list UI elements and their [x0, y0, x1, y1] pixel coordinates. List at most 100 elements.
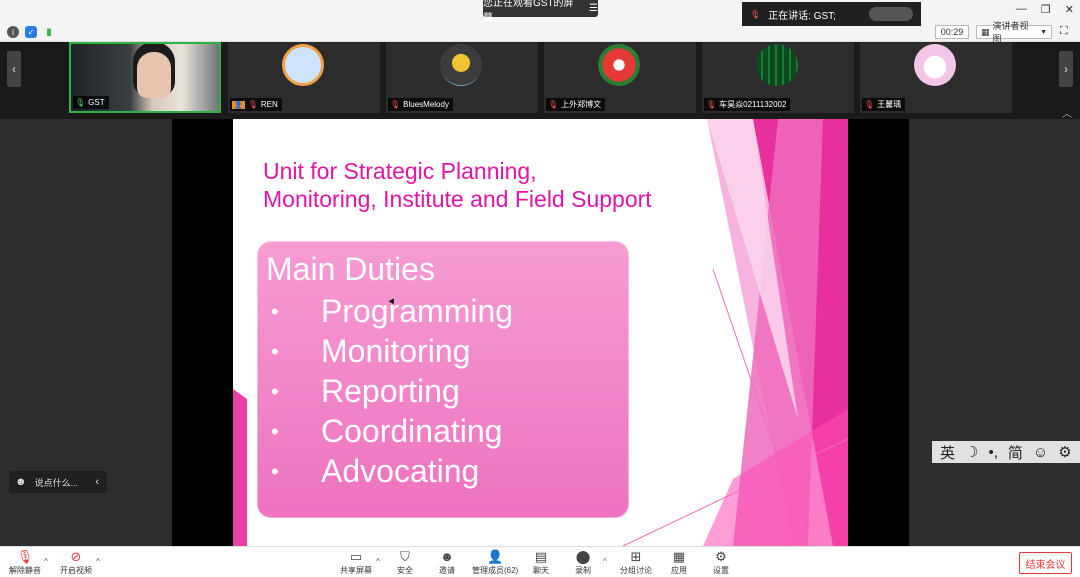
- share-screen-label: 共享屏幕: [340, 566, 372, 575]
- active-speaker-label: 正在讲话: GST;: [768, 10, 836, 22]
- start-video-button[interactable]: ⊘ 开启视频: [60, 549, 92, 576]
- chat-icon: ▤: [534, 549, 548, 564]
- duty-item: • Coordinating: [271, 413, 503, 449]
- mic-muted-icon: 🎙: [706, 100, 717, 109]
- record-options-icon[interactable]: ^: [603, 557, 607, 566]
- minimize-icon[interactable]: —: [1016, 3, 1027, 16]
- participant-name-tag: 🎙 上外郑博文: [546, 98, 606, 111]
- meeting-toolbar: 🎙 解除静音 ^ ⊘ 开启视频 ^ ▭ 共享屏幕 ^ ⛉ 安全 ☻ 邀请 👤 管…: [0, 546, 1080, 577]
- shield-icon[interactable]: ✓: [25, 26, 37, 38]
- share-screen-icon: ▭: [349, 549, 363, 564]
- start-video-label: 开启视频: [60, 566, 92, 575]
- mic-muted-icon: 🎙: [864, 100, 875, 109]
- record-label: 录制: [575, 566, 591, 575]
- simplified-toggle[interactable]: 简: [1008, 442, 1023, 463]
- manage-participants-label: 管理成员(62): [472, 566, 519, 575]
- participant-name: 车昊焱0211132002: [719, 100, 787, 109]
- audio-options-icon[interactable]: ^: [44, 557, 48, 566]
- quick-chat[interactable]: ☻ 说点什么... ‹: [9, 471, 107, 493]
- avatar: [282, 44, 324, 86]
- mic-muted-icon: 🎙: [390, 100, 401, 109]
- share-screen-button[interactable]: ▭ 共享屏幕: [340, 549, 372, 576]
- chat-placeholder[interactable]: 说点什么...: [35, 476, 79, 489]
- strip-prev-button[interactable]: ‹: [7, 51, 21, 87]
- slide-title-line: Unit for Strategic Planning,: [263, 158, 537, 184]
- participant-strip: ‹ › 🎙 GST 👤 🎙 REN 🎙 BluesMelody 🎙 上外郑博文: [0, 42, 1080, 120]
- ime-toolbar: 英 ☽ •, 简 ☺ ⚙: [932, 441, 1080, 463]
- viewing-banner[interactable]: 您正在观看GST的屏幕 ☰: [483, 0, 598, 24]
- fullscreen-icon[interactable]: ⛶: [1060, 25, 1068, 38]
- info-icon[interactable]: i: [7, 26, 19, 38]
- view-mode-button[interactable]: ▦ 演讲者视图 ▼: [976, 21, 1052, 44]
- viewing-banner-label: 您正在观看GST的屏幕: [483, 0, 574, 24]
- mic-muted-icon: 🎙: [548, 100, 559, 109]
- manage-participants-button[interactable]: 👤 管理成员(62): [472, 549, 518, 576]
- punctuation-icon[interactable]: •,: [988, 444, 997, 461]
- participant-name-tag: 🎙 GST: [73, 96, 109, 109]
- video-off-icon: ⊘: [70, 549, 82, 564]
- participant-tile-cheyhaoyan[interactable]: 🎙 车昊焱0211132002: [702, 42, 854, 113]
- participant-tile-ren[interactable]: 👤 🎙 REN: [228, 42, 380, 113]
- participant-tile-wangxinyu[interactable]: 🎙 王馨瑀: [860, 42, 1012, 113]
- chevron-left-icon[interactable]: ‹: [95, 476, 99, 488]
- slide-decoration: [233, 389, 247, 546]
- participant-tile-gst[interactable]: 🎙 GST: [69, 42, 221, 113]
- shield-icon: ⛉: [400, 549, 410, 564]
- avatar: [440, 44, 482, 86]
- window-controls: — ❐ ✕: [1016, 3, 1074, 16]
- avatar: [598, 44, 640, 86]
- duty-item: • Monitoring: [271, 333, 471, 369]
- chat-button[interactable]: ▤ 聊天: [533, 549, 549, 576]
- menu-icon[interactable]: ☰: [589, 3, 598, 14]
- duty-item: • Reporting: [271, 373, 460, 409]
- breakout-label: 分组讨论: [620, 566, 652, 575]
- mic-icon: 🎙: [750, 9, 761, 19]
- emoji-icon[interactable]: ☻: [15, 476, 27, 488]
- collapse-strip-icon[interactable]: ︿: [1062, 105, 1072, 120]
- participant-tile-bluesmelody[interactable]: 🎙 BluesMelody: [386, 42, 538, 113]
- security-label: 安全: [397, 566, 413, 575]
- close-icon[interactable]: ✕: [1065, 3, 1074, 16]
- mic-muted-icon: 🎙: [16, 549, 34, 564]
- gear-icon[interactable]: ⚙: [1058, 443, 1071, 461]
- end-meeting-button[interactable]: 结束会议: [1019, 552, 1072, 574]
- mic-icon: 🎙: [75, 98, 86, 107]
- share-options-icon[interactable]: ^: [376, 557, 380, 566]
- restore-icon[interactable]: ❐: [1041, 3, 1051, 16]
- invite-label: 邀请: [439, 566, 455, 575]
- active-speaker-bar: 🎙 正在讲话: GST;: [742, 2, 921, 26]
- status-icons: i ✓ ▮: [7, 26, 55, 38]
- emoji-icon[interactable]: ☺: [1033, 444, 1048, 461]
- duties-heading: Main Duties: [266, 251, 435, 287]
- shared-content: Unit for Strategic Planning, Monitoring,…: [172, 119, 909, 546]
- unmute-label: 解除静音: [9, 566, 41, 575]
- participant-name: GST: [88, 98, 105, 107]
- presentation-slide: Unit for Strategic Planning, Monitoring,…: [233, 119, 848, 546]
- video-options-icon[interactable]: ^: [96, 557, 100, 566]
- avatar: [914, 44, 956, 86]
- slide-title-line: Monitoring, Institute and Field Support: [263, 186, 652, 212]
- participant-face: [137, 52, 171, 98]
- chat-label: 聊天: [533, 566, 549, 575]
- grid-icon: ▦: [981, 26, 990, 37]
- chevron-down-icon: ▼: [1040, 28, 1047, 36]
- moon-icon[interactable]: ☽: [965, 443, 978, 461]
- blurred-region: [869, 7, 913, 21]
- security-button[interactable]: ⛉ 安全: [397, 549, 413, 576]
- settings-button[interactable]: ⚙ 设置: [713, 549, 729, 576]
- duties-box: Main Duties • Programming • Monitoring • Re…: [257, 241, 629, 518]
- breakout-icon: ⊞: [630, 549, 642, 564]
- slide-title: Unit for Strategic Planning, Monitoring,…: [263, 157, 652, 213]
- participant-name-tag: 👤 🎙 REN: [230, 98, 282, 111]
- invite-button[interactable]: ☻ 邀请: [439, 549, 455, 576]
- strip-next-button[interactable]: ›: [1059, 51, 1073, 87]
- participant-tile-zhengbowen[interactable]: 🎙 上外郑博文: [544, 42, 696, 113]
- invite-icon: ☻: [440, 549, 454, 564]
- breakout-button[interactable]: ⊞ 分组讨论: [620, 549, 652, 576]
- signal-icon[interactable]: ▮: [43, 26, 55, 38]
- settings-label: 设置: [713, 566, 729, 575]
- language-toggle[interactable]: 英: [940, 442, 955, 463]
- record-button[interactable]: ⬤ 录制: [575, 549, 591, 576]
- apps-button[interactable]: ▦ 应用: [671, 549, 687, 576]
- unmute-button[interactable]: 🎙 解除静音: [9, 549, 41, 576]
